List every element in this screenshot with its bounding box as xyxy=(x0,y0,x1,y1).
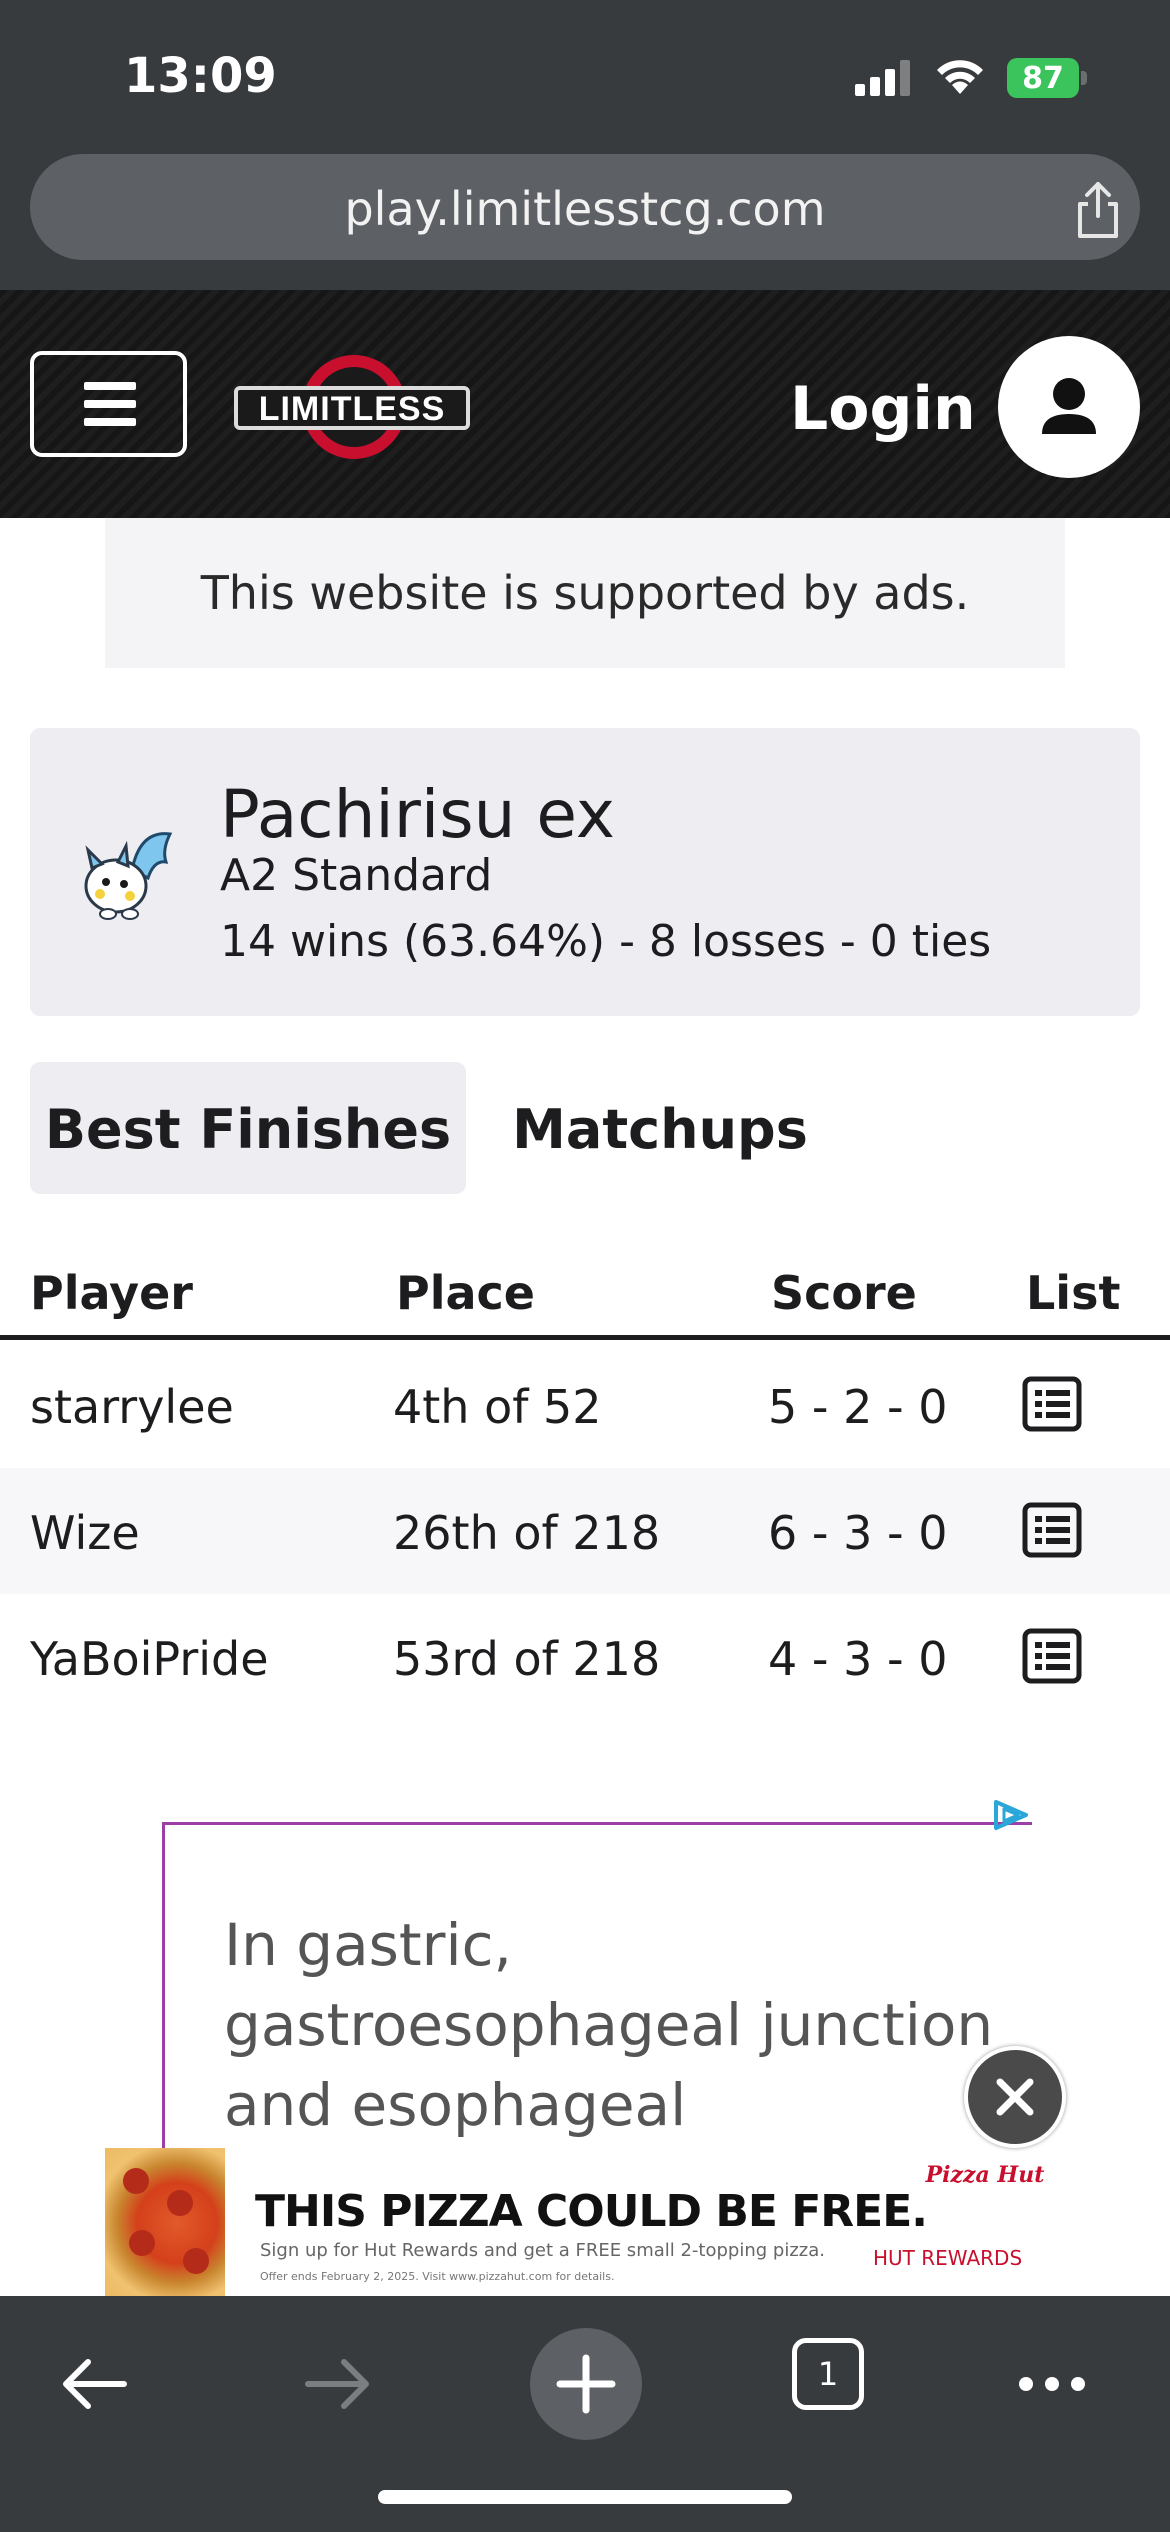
pizza-hut-logo: Pizza Hut xyxy=(925,2162,1045,2188)
score-cell: 6 - 3 - 0 xyxy=(768,1506,948,1560)
status-bar: 13:09 87 xyxy=(0,0,1170,150)
pachirisu-sprite-icon xyxy=(84,832,173,920)
home-indicator xyxy=(378,2490,792,2504)
column-header-player[interactable]: Player xyxy=(30,1266,193,1320)
user-avatar-button[interactable] xyxy=(998,336,1140,478)
decklist-icon[interactable] xyxy=(1022,1502,1082,1558)
tab-label: Matchups xyxy=(512,1098,808,1161)
player-name[interactable]: starrylee xyxy=(30,1380,234,1434)
deck-name: Pachirisu ex xyxy=(220,776,615,853)
tabs-button[interactable]: 1 xyxy=(792,2338,864,2410)
place-cell[interactable]: 4th of 52 xyxy=(393,1380,602,1434)
browser-address-area: play.limitlesstcg.com xyxy=(0,150,1170,290)
player-name[interactable]: Wize xyxy=(30,1506,140,1560)
svg-text:LIMITLESS: LIMITLESS xyxy=(259,390,446,428)
player-name[interactable]: YaBoiPride xyxy=(30,1632,269,1686)
url-text: play.limitlesstcg.com xyxy=(344,182,826,236)
score-cell: 4 - 3 - 0 xyxy=(768,1632,948,1686)
table-header: Player Place Score List xyxy=(0,1240,1170,1340)
column-header-place[interactable]: Place xyxy=(396,1266,535,1320)
new-tab-button[interactable] xyxy=(530,2328,642,2440)
plus-icon xyxy=(556,2354,616,2414)
ad-notice: This website is supported by ads. xyxy=(105,518,1065,668)
score-cell: 5 - 2 - 0 xyxy=(768,1380,948,1434)
banner-fine-print: Offer ends February 2, 2025. Visit www.p… xyxy=(260,2270,615,2283)
battery-icon: 87 xyxy=(1007,58,1087,98)
hut-rewards-logo: HUT REWARDS xyxy=(873,2246,1023,2270)
login-link[interactable]: Login xyxy=(790,374,976,444)
tab-label: Best Finishes xyxy=(44,1098,452,1161)
site-header: LIMITLESS Login xyxy=(0,290,1170,518)
forward-arrow-icon[interactable] xyxy=(298,2344,378,2424)
table-row: YaBoiPride 53rd of 218 4 - 3 - 0 xyxy=(0,1594,1170,1720)
adchoices-icon[interactable] xyxy=(990,1798,1032,1832)
limitless-logo[interactable]: LIMITLESS xyxy=(232,352,472,462)
deck-info-card: Pachirisu ex A2 Standard 14 wins (63.64%… xyxy=(30,728,1140,1016)
tab-matchups[interactable]: Matchups xyxy=(500,1062,820,1194)
decklist-icon[interactable] xyxy=(1022,1628,1082,1684)
close-icon xyxy=(996,2078,1034,2116)
user-icon xyxy=(1042,378,1096,434)
column-header-list: List xyxy=(1026,1266,1121,1320)
column-header-score[interactable]: Score xyxy=(771,1266,917,1320)
more-options-icon[interactable] xyxy=(1012,2344,1092,2424)
pizza-image xyxy=(105,2148,225,2298)
cellular-signal-icon xyxy=(855,60,910,96)
pizza-banner-ad[interactable]: THIS PIZZA COULD BE FREE. Sign up for Hu… xyxy=(105,2148,1065,2298)
banner-subtext: Sign up for Hut Rewards and get a FREE s… xyxy=(260,2240,825,2261)
back-arrow-icon[interactable] xyxy=(54,2344,134,2424)
address-bar[interactable]: play.limitlesstcg.com xyxy=(30,154,1140,260)
deck-format: A2 Standard xyxy=(220,850,493,901)
ad-notice-text: This website is supported by ads. xyxy=(200,566,970,620)
hamburger-menu-button[interactable] xyxy=(30,351,187,457)
table-row: Wize 26th of 218 6 - 3 - 0 xyxy=(0,1468,1170,1594)
battery-level: 87 xyxy=(1022,61,1064,96)
status-time: 13:09 xyxy=(124,48,277,104)
close-ad-button[interactable] xyxy=(964,2046,1066,2148)
banner-headline: THIS PIZZA COULD BE FREE. xyxy=(255,2186,928,2237)
place-cell[interactable]: 26th of 218 xyxy=(393,1506,660,1560)
tab-best-finishes[interactable]: Best Finishes xyxy=(30,1062,466,1194)
table-row: starrylee 4th of 52 5 - 2 - 0 xyxy=(0,1342,1170,1468)
deck-record: 14 wins (63.64%) - 8 losses - 0 ties xyxy=(220,916,992,967)
place-cell[interactable]: 53rd of 218 xyxy=(393,1632,660,1686)
decklist-icon[interactable] xyxy=(1022,1376,1082,1432)
wifi-icon xyxy=(937,60,983,94)
share-icon[interactable] xyxy=(1070,180,1126,240)
